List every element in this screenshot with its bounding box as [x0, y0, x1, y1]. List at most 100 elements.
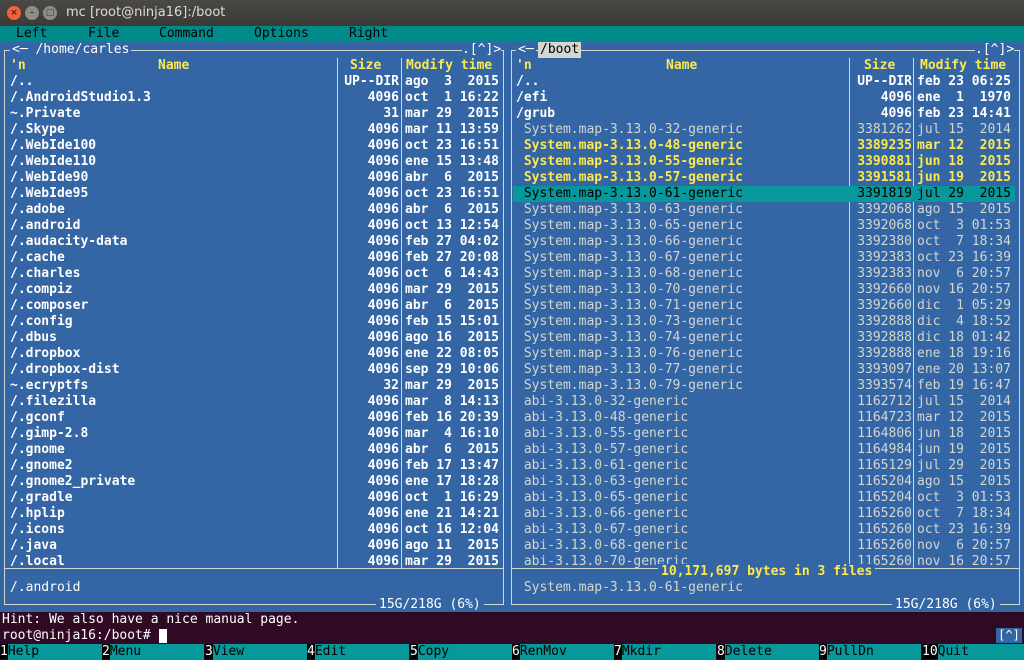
file-row[interactable]: /.. UP--DIR ago 3 2015 [0, 74, 508, 90]
file-row[interactable]: System.map-3.13.0-74-generic 3392888 dic 1… [508, 330, 1024, 346]
file-row[interactable]: System.map-3.13.0-79-generic 3393574 feb 1… [508, 378, 1024, 394]
file-row[interactable]: System.map-3.13.0-76-generic 3392888 ene 1… [508, 346, 1024, 362]
menu-command[interactable]: Command [159, 26, 214, 42]
command-line[interactable]: root@ninja16:/boot# [0, 628, 1024, 644]
col-modify-header[interactable]: Modify time [920, 58, 1006, 74]
file-row[interactable]: /.gnome 4096 abr 6 2015 [0, 442, 508, 458]
col-name-header[interactable]: Name [666, 58, 697, 74]
file-row[interactable]: System.map-3.13.0-32-generic 3381262 jul 1… [508, 122, 1024, 138]
file-row[interactable]: /.local 4096 mar 29 2015 [0, 554, 508, 570]
file-row[interactable]: System.map-3.13.0-68-generic 3392383 nov 6… [508, 266, 1024, 282]
file-row[interactable]: /efi 4096 ene 1 1970 [508, 90, 1024, 106]
file-row[interactable]: System.map-3.13.0-48-generic 3389235 mar 1… [508, 138, 1024, 154]
fkey-quit[interactable]: 10Quit [922, 644, 1024, 660]
file-row[interactable]: /.filezilla 4096 mar 8 14:13 [0, 394, 508, 410]
file-row[interactable]: /.gnome2_private 4096 ene 17 18:28 [0, 474, 508, 490]
col-name-header[interactable]: Name [158, 58, 189, 74]
fkey-copy[interactable]: 5Copy [410, 644, 512, 660]
col-sort-indicator[interactable]: 'n [516, 58, 532, 74]
prompt-corner[interactable]: [^] [996, 628, 1022, 643]
file-row[interactable]: abi-3.13.0-32-generic 1162712 jul 15 2014 [508, 394, 1024, 410]
fkey-help[interactable]: 1Help [0, 644, 102, 660]
maximize-icon[interactable]: □ [43, 6, 57, 20]
file-row[interactable]: /.WebIde90 4096 abr 6 2015 [0, 170, 508, 186]
file-row[interactable]: /.Skype 4096 mar 11 13:59 [0, 122, 508, 138]
file-row[interactable]: abi-3.13.0-67-generic 1165260 oct 23 16:39 [508, 522, 1024, 538]
file-row[interactable]: /.gnome2 4096 feb 17 13:47 [0, 458, 508, 474]
file-row[interactable]: /.AndroidStudio1.3 4096 oct 1 16:22 [0, 90, 508, 106]
fkey-pulldn[interactable]: 9PullDn [819, 644, 921, 660]
menu-right[interactable]: Right [349, 26, 388, 42]
file-row[interactable]: /.android 4096 oct 13 12:54 [0, 218, 508, 234]
file-size: 4096 [367, 154, 399, 169]
fkey-edit[interactable]: 4Edit [307, 644, 409, 660]
file-row[interactable]: abi-3.13.0-55-generic 1164806 jun 18 2015 [508, 426, 1024, 442]
file-row[interactable]: /.WebIde95 4096 oct 23 16:51 [0, 186, 508, 202]
col-modify-header[interactable]: Modify time [406, 58, 492, 74]
file-row[interactable]: abi-3.13.0-48-generic 1164723 mar 12 2015 [508, 410, 1024, 426]
menu-bar: Left File Command Options Right [0, 26, 1024, 42]
minimize-icon[interactable]: – [25, 6, 39, 20]
file-row[interactable]: /.icons 4096 oct 16 12:04 [0, 522, 508, 538]
file-row[interactable]: /.composer 4096 abr 6 2015 [0, 298, 508, 314]
fkey-menu[interactable]: 2Menu [102, 644, 204, 660]
file-row[interactable]: /.. UP--DIR feb 23 06:25 [508, 74, 1024, 90]
file-row[interactable]: abi-3.13.0-65-generic 1165204 oct 3 01:53 [508, 490, 1024, 506]
col-size-header[interactable]: Size [350, 58, 381, 74]
fkey-view[interactable]: 3View [205, 644, 307, 660]
menu-options[interactable]: Options [254, 26, 309, 42]
left-panel-path[interactable]: <─ /home/carles [10, 42, 132, 58]
left-panel[interactable]: <─ /home/carles .[^]> 'n Name Size Modif… [0, 42, 508, 613]
file-row[interactable]: abi-3.13.0-66-generic 1165260 oct 7 18:34 [508, 506, 1024, 522]
file-row[interactable]: /.java 4096 ago 11 2015 [0, 538, 508, 554]
file-row[interactable]: System.map-3.13.0-57-generic 3391581 jun 1… [508, 170, 1024, 186]
file-row[interactable]: System.map-3.13.0-71-generic 3392660 dic 1… [508, 298, 1024, 314]
fkey-renmov[interactable]: 6RenMov [512, 644, 614, 660]
file-row[interactable]: System.map-3.13.0-65-generic 3392068 oct 3… [508, 218, 1024, 234]
file-row[interactable]: System.map-3.13.0-55-generic 3390881 jun 1… [508, 154, 1024, 170]
file-row[interactable]: /.WebIde100 4096 oct 23 16:51 [0, 138, 508, 154]
file-row[interactable]: abi-3.13.0-57-generic 1164984 jun 19 2015 [508, 442, 1024, 458]
file-row[interactable]: abi-3.13.0-63-generic 1165204 ago 15 2015 [508, 474, 1024, 490]
left-panel-corner[interactable]: .[^]> [462, 42, 502, 58]
file-row[interactable]: /.adobe 4096 abr 6 2015 [0, 202, 508, 218]
file-row[interactable]: /.cache 4096 feb 27 20:08 [0, 250, 508, 266]
file-row[interactable]: /.audacity-data 4096 feb 27 04:02 [0, 234, 508, 250]
menu-left[interactable]: Left [16, 26, 47, 42]
file-row[interactable]: /.charles 4096 oct 6 14:43 [0, 266, 508, 282]
file-row[interactable]: /.gradle 4096 oct 1 16:29 [0, 490, 508, 506]
file-modify-time: ago 15 2015 [917, 474, 1011, 489]
col-size-header[interactable]: Size [864, 58, 895, 74]
right-panel-corner[interactable]: .[^]> [975, 42, 1015, 58]
file-row[interactable]: System.map-3.13.0-67-generic 3392383 oct 2… [508, 250, 1024, 266]
fkey-mkdir[interactable]: 7Mkdir [614, 644, 716, 660]
close-icon[interactable]: × [7, 6, 21, 20]
file-row[interactable]: /.dropbox 4096 ene 22 08:05 [0, 346, 508, 362]
file-row[interactable]: /.WebIde110 4096 ene 15 13:48 [0, 154, 508, 170]
col-sort-indicator[interactable]: 'n [10, 58, 26, 74]
file-row[interactable]: /.gconf 4096 feb 16 20:39 [0, 410, 508, 426]
file-row[interactable]: /.dbus 4096 ago 16 2015 [0, 330, 508, 346]
file-row[interactable]: /.config 4096 feb 15 15:01 [0, 314, 508, 330]
file-row[interactable]: abi-3.13.0-68-generic 1165260 nov 6 20:57 [508, 538, 1024, 554]
file-row[interactable]: System.map-3.13.0-63-generic 3392068 ago 1… [508, 202, 1024, 218]
file-row[interactable]: System.map-3.13.0-77-generic 3393097 ene 2… [508, 362, 1024, 378]
file-row[interactable]: System.map-3.13.0-73-generic 3392888 dic 4… [508, 314, 1024, 330]
file-row-selected[interactable]: System.map-3.13.0-61-generic 3391819 jul 2… [513, 186, 1015, 202]
file-row[interactable]: /grub 4096 feb 23 14:41 [508, 106, 1024, 122]
file-row[interactable]: /.dropbox-dist 4096 sep 29 10:06 [0, 362, 508, 378]
fkey-delete[interactable]: 8Delete [717, 644, 819, 660]
file-row[interactable]: ~.Private 31 mar 29 2015 [0, 106, 508, 122]
file-row[interactable]: /.hplip 4096 ene 21 14:21 [0, 506, 508, 522]
file-row[interactable]: abi-3.13.0-61-generic 1165129 jul 29 2015 [508, 458, 1024, 474]
file-row[interactable]: /.compiz 4096 mar 29 2015 [0, 282, 508, 298]
file-row[interactable]: System.map-3.13.0-66-generic 3392380 oct 7… [508, 234, 1024, 250]
file-row[interactable]: System.map-3.13.0-70-generic 3392660 nov 1… [508, 282, 1024, 298]
right-panel-path[interactable]: /boot [538, 42, 582, 58]
file-name: /.adobe [10, 202, 65, 217]
file-name: abi-3.13.0-57-generic [516, 442, 689, 457]
right-panel[interactable]: <─ /boot .[^]> 'n Name Size Modify time … [508, 42, 1024, 613]
file-row[interactable]: /.gimp-2.8 4096 mar 4 16:10 [0, 426, 508, 442]
menu-file[interactable]: File [88, 26, 119, 42]
file-row[interactable]: ~.ecryptfs 32 mar 29 2015 [0, 378, 508, 394]
